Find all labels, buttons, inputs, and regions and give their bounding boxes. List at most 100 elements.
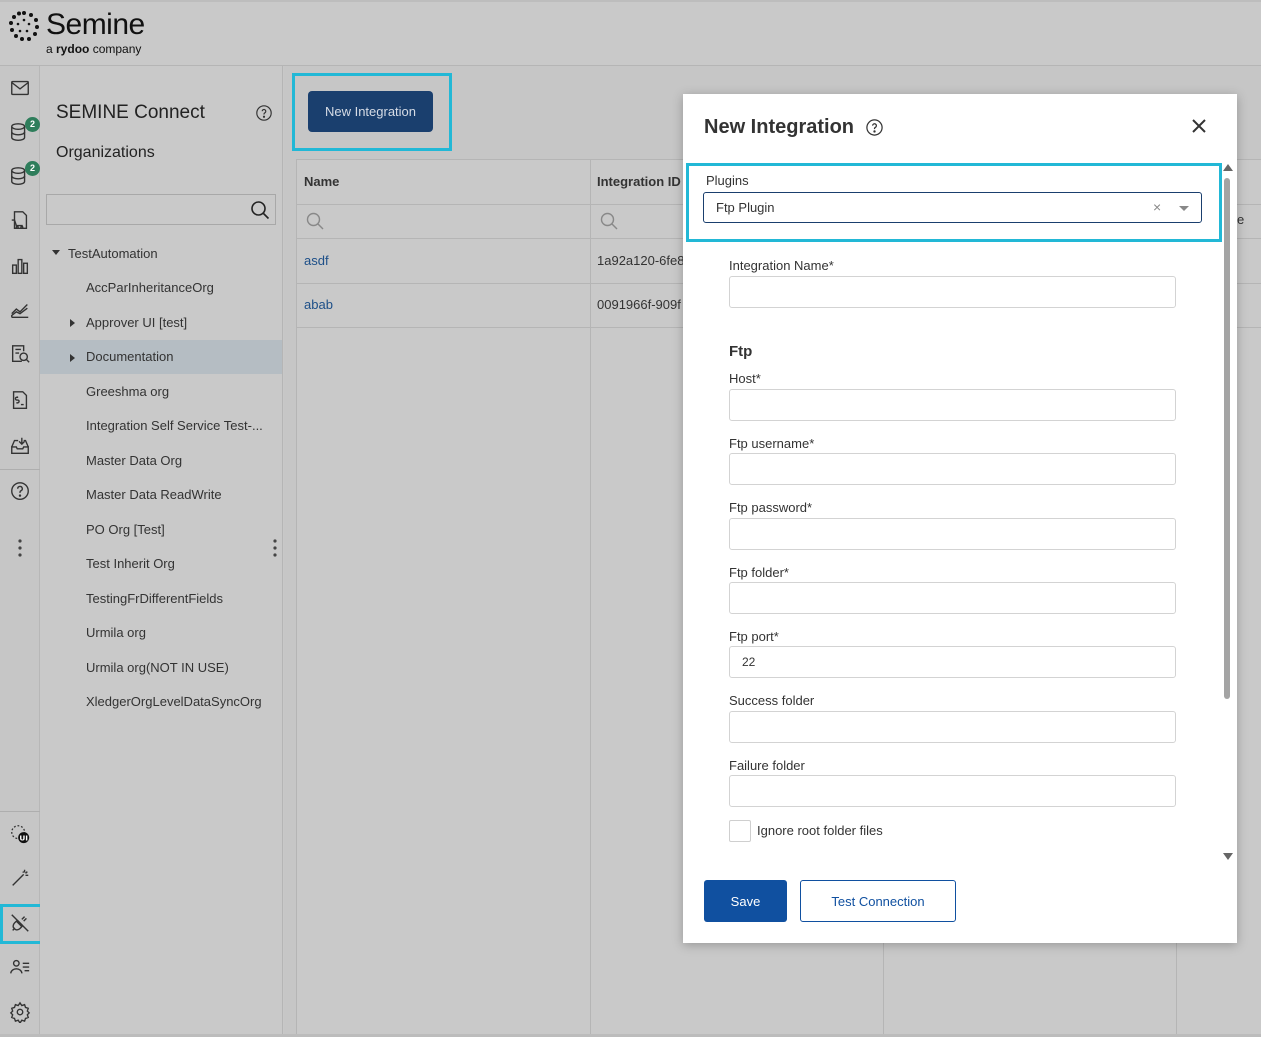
more-vertical-icon[interactable] <box>272 538 278 558</box>
column-header-name[interactable]: Name <box>304 174 339 189</box>
organization-search-input[interactable] <box>46 194 276 225</box>
tree-item[interactable]: Master Data ReadWrite <box>40 478 282 512</box>
rail-magic-wand[interactable] <box>4 862 36 894</box>
ignore-root-label: Ignore root folder files <box>757 823 883 838</box>
rail-divider <box>0 469 40 470</box>
left-rail: 2 2 UI <box>0 66 44 1037</box>
ftp-port-input[interactable] <box>729 646 1176 678</box>
scroll-up-icon[interactable] <box>1223 164 1233 171</box>
panel-title: SEMINE Connect <box>56 102 205 123</box>
table-row-name[interactable]: asdf <box>304 253 329 268</box>
caret-right-icon[interactable] <box>70 319 75 327</box>
rail-bar-chart[interactable] <box>4 250 36 282</box>
tree-item[interactable]: Urmila org(NOT IN USE) <box>40 650 282 684</box>
tree-item-label: Approver UI [test] <box>86 314 188 330</box>
ftp-section-title: Ftp <box>729 343 753 360</box>
rail-help[interactable] <box>4 475 36 507</box>
rail-mail[interactable] <box>4 72 36 104</box>
tree-item-label: Urmila org(NOT IN USE) <box>86 659 229 675</box>
help-icon[interactable] <box>255 104 273 122</box>
organizations-panel: SEMINE Connect Organizations TestAutomat… <box>40 66 283 1037</box>
search-icon[interactable] <box>599 211 619 231</box>
rail-database-2[interactable]: 2 <box>4 160 40 192</box>
tree-item[interactable]: PO Org [Test] <box>40 512 282 546</box>
tree-item-label: TestAutomation <box>68 245 158 261</box>
tree-item[interactable]: AccParInheritanceOrg <box>40 271 282 305</box>
rail-inbox-download[interactable] <box>4 430 36 462</box>
bar-chart-icon <box>11 258 29 275</box>
tree-item-label: Test Inherit Org <box>86 556 175 571</box>
rail-database-1[interactable]: 2 <box>4 116 40 148</box>
table-row-id: 1a92a120-6fe8 <box>597 253 685 268</box>
magic-wand-icon <box>12 869 29 886</box>
save-button[interactable]: Save <box>704 880 787 922</box>
tree-item[interactable]: TestingFrDifferentFields <box>40 581 282 615</box>
new-integration-dialog: New Integration Plugins Ftp Plugin × Int… <box>683 94 1237 943</box>
plugins-select[interactable]: Ftp Plugin × <box>703 192 1202 223</box>
tree-item-label: TestingFrDifferentFields <box>86 590 224 606</box>
search-icon[interactable] <box>249 199 271 221</box>
search-doc-icon <box>11 345 30 363</box>
new-integration-highlight: New Integration <box>292 73 452 151</box>
ftp-folder-input[interactable] <box>729 582 1176 614</box>
tree-item[interactable]: Integration Self Service Test-... <box>40 409 282 443</box>
ftp-username-label: Ftp username* <box>729 436 815 451</box>
rail-divider <box>0 811 40 812</box>
ftp-port-label: Ftp port* <box>729 629 779 644</box>
rail-integrations[interactable] <box>4 907 36 939</box>
ftp-password-label: Ftp password* <box>729 500 813 515</box>
tree-item-label: Master Data Org <box>86 452 183 468</box>
rail-settings[interactable] <box>4 996 36 1028</box>
rail-ui-settings[interactable]: UI <box>4 818 36 850</box>
tree-item[interactable]: Master Data Org <box>40 443 282 477</box>
new-integration-button[interactable]: New Integration <box>308 91 433 132</box>
tree-item-label: Greeshma org <box>86 383 170 399</box>
ftp-username-input[interactable] <box>729 453 1176 485</box>
tree-item-label: Integration Self Service Test-... <box>86 418 263 433</box>
rail-line-chart[interactable] <box>4 294 36 326</box>
close-icon[interactable] <box>1189 116 1209 136</box>
chevron-down-icon[interactable] <box>1179 206 1189 211</box>
success-folder-input[interactable] <box>729 711 1176 743</box>
rail-invoice[interactable] <box>4 384 36 416</box>
integration-name-input[interactable] <box>729 276 1176 308</box>
column-header-integration-id[interactable]: Integration ID <box>597 174 681 189</box>
tree-item[interactable]: XledgerOrgLevelDataSyncOrg <box>40 685 282 719</box>
tree-item[interactable]: Documentation <box>40 339 282 374</box>
rail-users[interactable] <box>4 951 36 983</box>
search-icon[interactable] <box>305 211 325 231</box>
dialog-title: New Integration <box>704 116 855 138</box>
caret-right-icon[interactable] <box>70 353 75 362</box>
test-connection-button[interactable]: Test Connection <box>800 880 956 922</box>
scrollbar-thumb[interactable] <box>1224 178 1230 699</box>
column-header-4[interactable]: e <box>1237 212 1244 227</box>
tree-item[interactable]: Urmila org <box>40 616 282 650</box>
tree-item-label: XledgerOrgLevelDataSyncOrg <box>86 694 262 709</box>
plugins-highlight: Plugins Ftp Plugin × <box>686 163 1222 242</box>
scroll-down-icon[interactable] <box>1223 853 1233 860</box>
ignore-root-checkbox[interactable] <box>729 820 751 842</box>
clear-icon[interactable]: × <box>1153 199 1161 215</box>
caret-down-icon[interactable] <box>52 250 60 255</box>
invoice-icon <box>12 391 28 409</box>
brand-tagline: a rydoo company <box>46 42 142 56</box>
ftp-password-input[interactable] <box>729 518 1176 550</box>
rail-search-doc[interactable] <box>4 338 36 370</box>
users-list-icon <box>10 959 30 974</box>
rail-badge: 2 <box>25 161 40 176</box>
top-header: Semine a rydoo company <box>0 0 1261 66</box>
integration-name-label: Integration Name* <box>729 258 834 273</box>
more-vertical-icon[interactable] <box>16 538 24 558</box>
rail-cart-doc[interactable] <box>4 204 36 236</box>
tree-item-label: PO Org [Test] <box>86 521 165 537</box>
table-row-name[interactable]: abab <box>304 297 333 312</box>
tree-item[interactable]: Approver UI [test] <box>40 305 282 339</box>
tree-item[interactable]: Greeshma org <box>40 374 282 408</box>
plugins-label: Plugins <box>706 173 749 188</box>
plug-icon <box>11 914 29 932</box>
failure-folder-input[interactable] <box>729 775 1176 807</box>
tree-item[interactable]: Test Inherit Org <box>40 547 282 581</box>
tree-item[interactable]: TestAutomation <box>40 236 282 270</box>
host-input[interactable] <box>729 389 1176 421</box>
help-icon[interactable] <box>865 118 884 137</box>
